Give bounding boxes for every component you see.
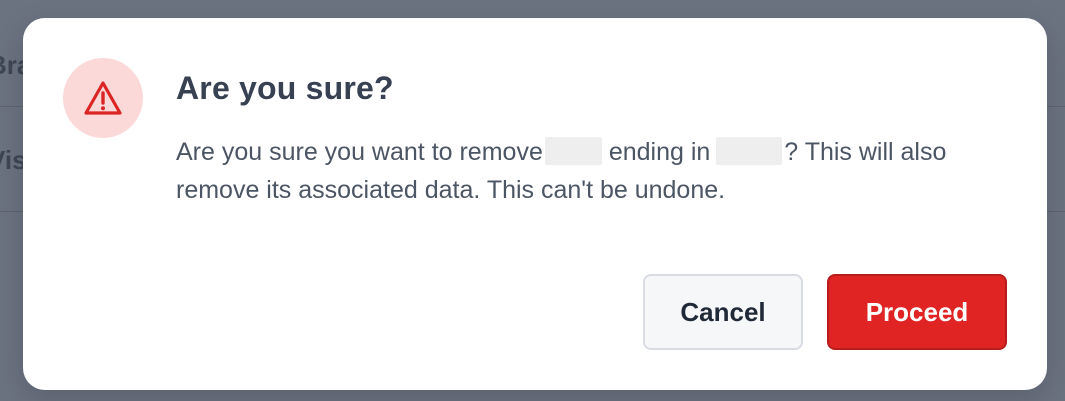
message-text: Are you sure you want to remove <box>176 138 543 166</box>
dialog-message: Are you sure you want to remove ending i… <box>176 133 1006 209</box>
redacted-item-name <box>544 137 602 165</box>
redacted-item-suffix <box>716 137 783 165</box>
dialog-title: Are you sure? <box>176 70 394 106</box>
proceed-button[interactable]: Proceed <box>827 274 1007 350</box>
confirm-dialog: Are you sure? Are you sure you want to r… <box>23 18 1047 390</box>
warning-triangle-icon <box>84 81 122 115</box>
cancel-button[interactable]: Cancel <box>643 274 803 350</box>
message-text: ending in <box>608 138 711 166</box>
warning-icon-container <box>63 58 143 138</box>
